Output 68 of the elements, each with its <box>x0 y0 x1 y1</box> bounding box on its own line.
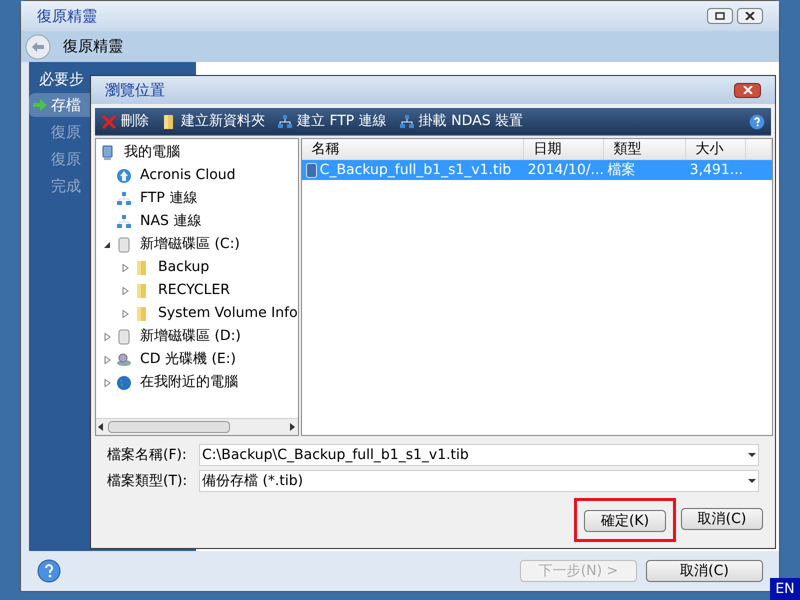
cancel-button[interactable]: 取消(C) <box>646 560 763 582</box>
drive-icon <box>116 328 132 344</box>
dropdown-field[interactable]: C:\Backup\C_Backup_full_b1_s1_v1.tib <box>199 444 759 466</box>
close-icon <box>745 12 755 20</box>
scroll-right-icon <box>290 423 296 431</box>
dialog-title: 瀏覽位置 <box>105 80 165 101</box>
ok-button[interactable]: 確定(K) <box>584 510 666 532</box>
table-cell-text: C_Backup_full_b1_s1_v1.tib <box>320 160 512 180</box>
back-icon[interactable] <box>25 34 51 60</box>
expand-arrow-icon[interactable] <box>104 332 110 340</box>
close-button[interactable] <box>737 8 763 24</box>
tree-item[interactable]: System Volume Info <box>96 302 298 325</box>
toolbar-button[interactable]: 建立 FTP 連線 <box>277 111 387 132</box>
field-label: 檔案類型(T): <box>107 472 188 490</box>
column-header[interactable]: 類型 <box>604 139 686 159</box>
horizontal-scrollbar[interactable] <box>96 418 298 435</box>
network-icon <box>398 114 415 130</box>
expand-arrow-icon[interactable] <box>104 356 110 364</box>
table-cell-text: 檔案 <box>608 160 636 180</box>
tree-item[interactable]: Acronis Cloud <box>96 164 298 187</box>
caret-icon <box>748 479 756 483</box>
scroll-left-icon <box>98 423 104 431</box>
dropdown-field[interactable]: 備份存檔 (*.tib) <box>199 470 759 492</box>
column-header[interactable]: 日期 <box>524 139 604 159</box>
column-header[interactable]: 大小 <box>686 139 746 159</box>
tree-item[interactable]: Backup <box>96 256 298 279</box>
archive-icon <box>306 162 317 178</box>
tree-item[interactable]: 新增磁碟區 (D:) <box>96 325 298 348</box>
tree-item[interactable]: 新增磁碟區 (C:) <box>96 233 298 256</box>
cloud-icon <box>116 168 132 184</box>
restore-icon <box>715 12 725 20</box>
toolbar-button[interactable]: 建立新資料夾 <box>161 111 265 132</box>
expand-arrow-icon[interactable] <box>122 310 128 318</box>
tree-item[interactable]: 我的電腦 <box>96 141 298 164</box>
disc-drive-icon <box>116 352 132 368</box>
tree-item[interactable]: FTP 連線 <box>96 187 298 210</box>
collapse-arrow-icon[interactable] <box>104 240 110 248</box>
globe-icon <box>116 374 132 390</box>
toolbar-button[interactable]: 掛載 NDAS 裝置 <box>398 111 524 132</box>
table-cell-text: 2014/10/... <box>528 160 604 180</box>
tree-item[interactable]: NAS 連線 <box>96 210 298 233</box>
network-icon <box>116 190 132 206</box>
wizard-header: 復原精靈 <box>63 36 123 58</box>
expand-arrow-icon[interactable] <box>122 286 128 294</box>
tree-item[interactable]: CD 光碟機 (E:) <box>96 348 298 371</box>
help-icon[interactable] <box>749 114 765 130</box>
help-icon[interactable] <box>37 559 61 583</box>
cancel-button[interactable]: 取消(C) <box>681 508 763 530</box>
drive-icon <box>116 236 132 252</box>
toolbar-button[interactable]: 刪除 <box>101 111 149 132</box>
field-label: 檔案名稱(F): <box>107 446 188 464</box>
tree-item[interactable]: 在我附近的電腦 <box>96 371 298 394</box>
sidebar-heading: 必要步 <box>39 69 84 90</box>
window-title: 復原精靈 <box>37 6 97 27</box>
network-icon <box>277 114 293 130</box>
expand-arrow-icon[interactable] <box>122 264 128 272</box>
delete-icon <box>101 114 117 130</box>
close-icon <box>742 86 752 94</box>
close-button[interactable] <box>734 82 761 98</box>
caret-icon <box>748 453 756 457</box>
tree-item[interactable]: RECYCLER <box>96 279 298 302</box>
table-cell-text: 3,491... <box>690 160 744 180</box>
network-icon <box>116 214 132 230</box>
arrow-icon <box>33 99 47 111</box>
column-header[interactable]: 名稱 <box>302 139 524 159</box>
language-indicator[interactable]: EN <box>770 578 800 600</box>
restore-button[interactable] <box>707 8 733 24</box>
expand-arrow-icon[interactable] <box>104 378 110 386</box>
